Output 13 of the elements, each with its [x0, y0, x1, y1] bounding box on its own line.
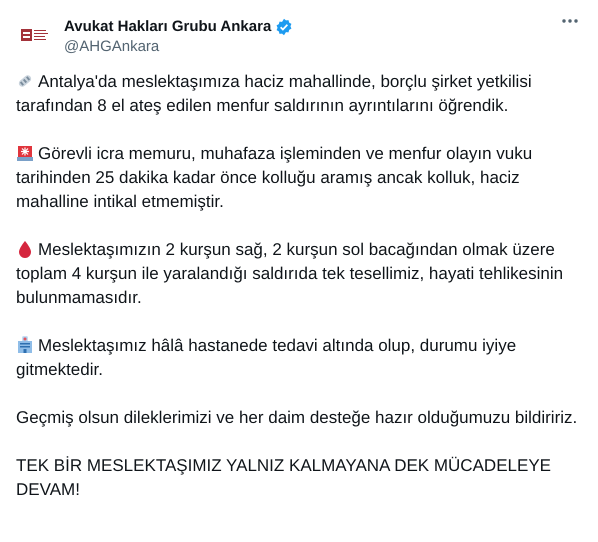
- tweet-paragraph: Meslektaşımızın 2 kurşun sağ, 2 kurşun sol bacağından olmak üzere toplam 4 kurşun ile yaralandığı saldırıda tek tesellimiz, hayati tehlikesinin bulunmamasıdır.: [16, 239, 564, 309]
- hospital-icon: [16, 336, 34, 354]
- tweet-paragraph: Meslektaşımız hâlâ hastanede tedavi altında olup, durumu iyiye gitmektedir.: [16, 335, 518, 381]
- logo-icon: [21, 28, 51, 42]
- more-icon[interactable]: [562, 19, 578, 23]
- tweet-paragraph: Geçmiş olsun dileklerimizi ve her daim desteğe hazır olduğumuzu bildiririz.: [16, 407, 578, 429]
- blood-drop-icon: [16, 240, 34, 258]
- author-handle[interactable]: @AHGAnkara: [64, 37, 562, 57]
- tweet-paragraph: TEK BİR MESLEKTAŞIMIZ YALNIZ KALMAYANA DEK MÜCADELEYE DEVAM!: [16, 455, 552, 501]
- author-name[interactable]: Avukat Hakları Grubu Ankara: [64, 17, 272, 37]
- tweet-paragraph: Antalya'da meslektaşımıza haciz mahallinde, borçlu şirket yetkilisi tarafından 8 el ateş edilen menfur saldırının ayrıntılarını öğrendik.: [16, 71, 533, 117]
- tweet-paragraph: Görevli icra memuru, muhafaza işleminden ve menfur olayın vuku tarihinden 25 dakika kadar önce kolluğu aramış ancak kolluk, haciz mahalline intikal etmemiştir.: [16, 143, 534, 213]
- siren-icon: [16, 144, 34, 162]
